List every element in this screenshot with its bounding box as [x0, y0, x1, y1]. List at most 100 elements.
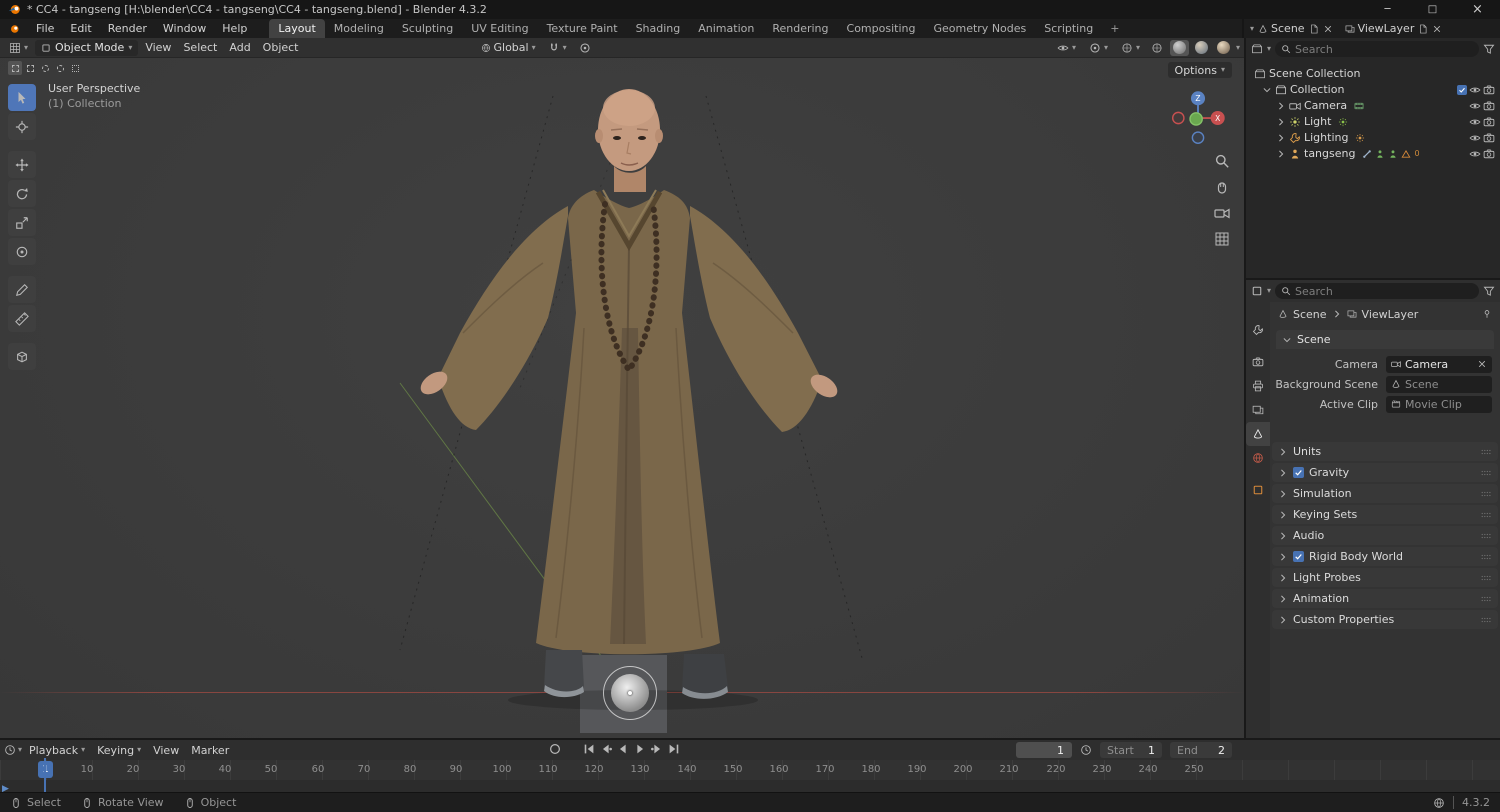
- marker-menu[interactable]: Marker: [186, 740, 234, 760]
- render-visibility-icon[interactable]: [1483, 100, 1495, 112]
- expand-icon[interactable]: [1276, 101, 1286, 111]
- workspace-tab-rendering[interactable]: Rendering: [763, 19, 837, 38]
- start-frame-field[interactable]: Start 1: [1100, 742, 1162, 758]
- playhead-line[interactable]: [44, 758, 46, 793]
- section-gravity[interactable]: Gravity: [1272, 463, 1498, 482]
- workspace-tab-layout[interactable]: Layout: [269, 19, 325, 38]
- play-icon[interactable]: [633, 742, 647, 756]
- workspace-tab-modeling[interactable]: Modeling: [325, 19, 393, 38]
- camera-view-icon[interactable]: [1214, 205, 1230, 221]
- new-viewlayer-icon[interactable]: [1418, 24, 1428, 34]
- section-simulation[interactable]: Simulation: [1272, 484, 1498, 503]
- background-scene-value[interactable]: Scene: [1386, 375, 1492, 393]
- expand-icon[interactable]: [1276, 149, 1286, 159]
- properties-editor-chevron[interactable]: ▾: [1267, 287, 1271, 295]
- options-button[interactable]: Options ▾: [1167, 62, 1232, 78]
- active-clip-value[interactable]: Movie Clip: [1386, 395, 1492, 413]
- keying-menu[interactable]: Keying ▾: [92, 740, 146, 760]
- properties-filter-icon[interactable]: [1483, 285, 1495, 297]
- drag-grip-icon[interactable]: [1480, 530, 1492, 542]
- blender-menu-icon[interactable]: [0, 19, 28, 38]
- proportional-editing-toggle[interactable]: [574, 38, 596, 57]
- render-visibility-icon[interactable]: [1483, 148, 1495, 160]
- scene-panel-header[interactable]: Scene: [1276, 330, 1494, 349]
- pan-hand-icon[interactable]: [1214, 179, 1230, 195]
- render-visibility-icon[interactable]: [1483, 116, 1495, 128]
- workspace-tab-scripting[interactable]: Scripting: [1035, 19, 1102, 38]
- snap-toggle[interactable]: ▾: [543, 38, 572, 57]
- remove-viewlayer-icon[interactable]: [1432, 24, 1442, 34]
- pin-icon[interactable]: [1482, 309, 1492, 319]
- tool-transform[interactable]: [8, 238, 36, 265]
- viewport-menu-select[interactable]: Select: [178, 38, 222, 57]
- select-mode-tweak-button[interactable]: [8, 61, 22, 75]
- select-mode-circle-button[interactable]: [38, 61, 52, 75]
- scene-selector[interactable]: Scene: [1258, 22, 1305, 35]
- outliner-editor-chevron[interactable]: ▾: [1267, 45, 1271, 53]
- properties-editor-icon[interactable]: [1251, 285, 1263, 297]
- viewport-menu-object[interactable]: Object: [258, 38, 304, 57]
- shading-wireframe-button[interactable]: [1148, 40, 1167, 56]
- editor-chevron-icon[interactable]: ▾: [1250, 24, 1254, 33]
- outliner-row-light[interactable]: Light: [1246, 114, 1500, 129]
- play-reverse-icon[interactable]: [616, 742, 630, 756]
- gravity-checkbox[interactable]: [1293, 467, 1304, 478]
- gizmo-neg-x-axis[interactable]: [1171, 111, 1185, 125]
- shading-dropdown-chevron[interactable]: ▾: [1236, 43, 1240, 52]
- tab-world[interactable]: [1246, 446, 1270, 470]
- jump-to-start-icon[interactable]: [582, 742, 596, 756]
- hide-eye-icon[interactable]: [1469, 116, 1481, 128]
- jump-to-end-icon[interactable]: [667, 742, 681, 756]
- camera-field-value[interactable]: Camera: [1386, 355, 1492, 373]
- object-visibility-dropdown[interactable]: ▾: [1052, 42, 1081, 54]
- menu-file[interactable]: File: [28, 19, 62, 38]
- new-scene-icon[interactable]: [1309, 24, 1319, 34]
- filter-icon[interactable]: [1483, 43, 1495, 55]
- tool-scale[interactable]: [8, 209, 36, 236]
- outliner-row-lighting[interactable]: Lighting: [1246, 130, 1500, 145]
- tool-annotate[interactable]: [8, 276, 36, 303]
- section-rigid-body-world[interactable]: Rigid Body World: [1272, 547, 1498, 566]
- clear-camera-icon[interactable]: [1477, 359, 1487, 369]
- drag-grip-icon[interactable]: [1480, 467, 1492, 479]
- hide-eye-icon[interactable]: [1469, 100, 1481, 112]
- drag-grip-icon[interactable]: [1480, 488, 1492, 500]
- select-mode-box-button[interactable]: [23, 61, 37, 75]
- outliner-editor-icon[interactable]: [1251, 43, 1263, 55]
- previous-keyframe-icon[interactable]: [599, 742, 613, 756]
- ortho-grid-icon[interactable]: [1214, 231, 1230, 247]
- collection-checkbox[interactable]: [1457, 84, 1467, 95]
- workspace-tab-texture-paint[interactable]: Texture Paint: [538, 19, 627, 38]
- outliner-row-collection[interactable]: Collection: [1246, 82, 1500, 97]
- timeline-editor-icon[interactable]: [4, 744, 16, 756]
- preview-range-clock-icon[interactable]: [1080, 744, 1092, 756]
- viewlayer-selector[interactable]: ViewLayer: [1345, 22, 1414, 35]
- properties-search-input[interactable]: [1295, 284, 1473, 298]
- hide-eye-icon[interactable]: [1469, 148, 1481, 160]
- tab-object[interactable]: [1246, 478, 1270, 502]
- section-units[interactable]: Units: [1272, 442, 1498, 461]
- tool-cursor[interactable]: [8, 113, 36, 140]
- timeline-view-menu[interactable]: View: [148, 740, 184, 760]
- rigid-body-checkbox[interactable]: [1293, 551, 1304, 562]
- drag-grip-icon[interactable]: [1480, 551, 1492, 563]
- expand-icon[interactable]: [1276, 133, 1286, 143]
- render-visibility-icon[interactable]: [1483, 84, 1495, 96]
- hide-eye-icon[interactable]: [1469, 132, 1481, 144]
- render-visibility-icon[interactable]: [1483, 132, 1495, 144]
- tab-render[interactable]: [1246, 350, 1270, 374]
- select-mode-extra-button[interactable]: [68, 61, 82, 75]
- timeline-editor-chevron[interactable]: ▾: [18, 746, 22, 754]
- unlink-scene-icon[interactable]: [1323, 24, 1333, 34]
- viewport-menu-view[interactable]: View: [140, 38, 176, 57]
- tangseng-character-model[interactable]: [398, 78, 858, 718]
- workspace-tab-geometry-nodes[interactable]: Geometry Nodes: [924, 19, 1035, 38]
- viewport-canvas[interactable]: User Perspective (1) Collection Options ▾: [0, 58, 1244, 738]
- section-light-probes[interactable]: Light Probes: [1272, 568, 1498, 587]
- end-frame-field[interactable]: End 2: [1170, 742, 1232, 758]
- hide-eye-icon[interactable]: [1469, 84, 1481, 96]
- properties-search[interactable]: [1275, 283, 1479, 299]
- editor-type-selector[interactable]: ▾: [4, 38, 33, 57]
- select-mode-lasso-button[interactable]: [53, 61, 67, 75]
- close-button[interactable]: ×: [1455, 0, 1500, 19]
